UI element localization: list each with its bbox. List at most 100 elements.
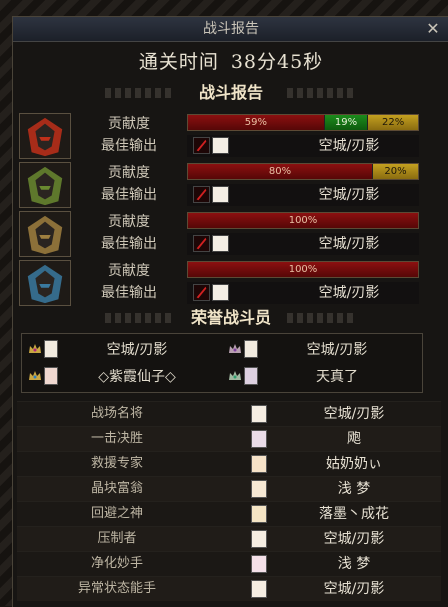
best-output-row: 空城/刃影 (187, 184, 419, 206)
contribution-bar: 59% 19% 22% (187, 114, 419, 131)
character-avatar (44, 367, 58, 385)
award-winner: 空城/刃影 (323, 406, 385, 422)
ornament-left (105, 88, 175, 98)
award-title: 净化妙手 (90, 556, 143, 571)
award-winner: 浅 梦 (337, 481, 371, 497)
character-avatar (251, 455, 267, 473)
best-output-name: 空城/刃影 (318, 138, 380, 154)
crown-icon (229, 371, 241, 380)
section-battle-report: 战斗报告 (13, 82, 448, 104)
fire-warrior-portrait-icon (19, 113, 71, 159)
honor-member[interactable]: 空城/刃影 (22, 337, 218, 363)
character-avatar (212, 137, 229, 154)
award-row[interactable]: 压制者 空城/刃影 (17, 526, 441, 551)
contribution-label: 贡献度 (108, 214, 150, 230)
award-title: 一击决胜 (90, 431, 143, 446)
contribution-segment: 100% (188, 213, 418, 228)
character-avatar (251, 505, 267, 523)
award-winner: 空城/刃影 (323, 581, 385, 597)
character-avatar (251, 555, 267, 573)
weapon-icon (193, 186, 210, 203)
honor-member-name: 天真了 (316, 369, 358, 385)
blue-warrior-portrait-icon (19, 260, 71, 306)
character-avatar (251, 580, 267, 598)
award-title: 异常状态能手 (77, 581, 156, 596)
award-row[interactable]: 回避之神 落墨丶成花 (17, 501, 441, 526)
best-output-label: 最佳输出 (101, 285, 157, 301)
crown-icon (229, 344, 241, 353)
window-title: 战斗报告 (203, 21, 259, 37)
ornament-left (105, 313, 175, 323)
contribution-bar: 100% (187, 212, 419, 229)
weapon-icon (193, 284, 210, 301)
award-title: 救援专家 (90, 456, 143, 471)
honor-member[interactable]: 天真了 (222, 364, 418, 390)
section-honor: 荣誉战斗员 (13, 307, 448, 329)
honor-members: 空城/刃影 空城/刃影 ◇紫霞仙子◇ 天真了 (21, 333, 423, 393)
award-winner: 落墨丶成花 (319, 506, 389, 522)
contribution-label: 贡献度 (108, 116, 150, 132)
award-winner: 姑奶奶ぃ (326, 456, 382, 472)
contribution-segment: 100% (188, 262, 418, 277)
contribution-bar: 80% 20% (187, 163, 419, 180)
ornament-right (287, 313, 357, 323)
award-title: 战场名将 (90, 406, 143, 421)
contribution-label: 贡献度 (108, 165, 150, 181)
contribution-bar: 100% (187, 261, 419, 278)
section-battle-report-title: 战斗报告 (198, 83, 263, 102)
award-row[interactable]: 一击决胜 飑 (17, 426, 441, 451)
section-honor-title: 荣誉战斗员 (190, 308, 271, 327)
ornament-right (287, 88, 357, 98)
best-output-label: 最佳输出 (101, 236, 157, 252)
player-row: 贡献度最佳输出 100% 空城/刃影 (19, 260, 429, 306)
award-title: 压制者 (97, 531, 137, 546)
weapon-icon (193, 137, 210, 154)
character-avatar (212, 235, 229, 252)
best-output-label: 最佳输出 (101, 138, 157, 154)
character-avatar (212, 284, 229, 301)
player-row: 贡献度最佳输出 80% 20% 空城/刃影 (19, 162, 429, 208)
clear-time-label: 通关时间 (138, 51, 219, 73)
window-titlebar[interactable]: 战斗报告 ✕ (13, 17, 448, 42)
award-row[interactable]: 战场名将 空城/刃影 (17, 401, 441, 426)
character-avatar (244, 340, 258, 358)
clear-time-value: 38分45秒 (230, 51, 324, 73)
award-title: 回避之神 (90, 506, 143, 521)
honor-member-name: 空城/刃影 (106, 342, 168, 358)
player-row: 贡献度最佳输出 100% 空城/刃影 (19, 211, 429, 257)
weapon-icon (193, 235, 210, 252)
best-output-row: 空城/刃影 (187, 282, 419, 304)
character-avatar (244, 367, 258, 385)
character-avatar (251, 405, 267, 423)
honor-member-name: 空城/刃影 (306, 342, 368, 358)
contribution-segment: 59% (188, 115, 324, 130)
award-row[interactable]: 异常状态能手 空城/刃影 (17, 576, 441, 601)
best-output-name: 空城/刃影 (318, 236, 380, 252)
best-output-row: 空城/刃影 (187, 233, 419, 255)
crown-icon (29, 371, 41, 380)
best-output-label: 最佳输出 (101, 187, 157, 203)
character-avatar (251, 430, 267, 448)
award-row[interactable]: 救援专家 姑奶奶ぃ (17, 451, 441, 476)
award-row[interactable]: 净化妙手 浅 梦 (17, 551, 441, 576)
green-warrior-portrait-icon (19, 162, 71, 208)
best-output-name: 空城/刃影 (318, 187, 380, 203)
best-output-name: 空城/刃影 (318, 285, 380, 301)
character-avatar (212, 186, 229, 203)
contribution-label: 贡献度 (108, 263, 150, 279)
best-output-row: 空城/刃影 (187, 135, 419, 157)
award-winner: 空城/刃影 (323, 531, 385, 547)
honor-member[interactable]: ◇紫霞仙子◇ (22, 364, 218, 390)
contribution-segment: 80% (188, 164, 372, 179)
awards-list: 战场名将 空城/刃影 一击决胜飑救援专家 姑奶奶ぃ 晶块富翁浅 梦回避之神 落墨丶成花 压制… (17, 401, 441, 601)
battle-report-window: 战斗报告 ✕ 通关时间 38分45秒 战斗报告 贡献度 最佳输出 59% 19% 22% 空… (12, 16, 448, 607)
clear-time: 通关时间 38分45秒 (13, 42, 448, 82)
character-avatar (44, 340, 58, 358)
award-row[interactable]: 晶块富翁 浅 梦 (17, 476, 441, 501)
honor-member-name: ◇紫霞仙子◇ (98, 369, 176, 385)
honor-member[interactable]: 空城/刃影 (222, 337, 418, 363)
player-row: 贡献度最佳输出 59% 19% 22% 空城/刃影 (19, 113, 429, 159)
contribution-segment: 20% (372, 164, 418, 179)
character-avatar (251, 530, 267, 548)
close-icon[interactable]: ✕ (423, 17, 443, 41)
